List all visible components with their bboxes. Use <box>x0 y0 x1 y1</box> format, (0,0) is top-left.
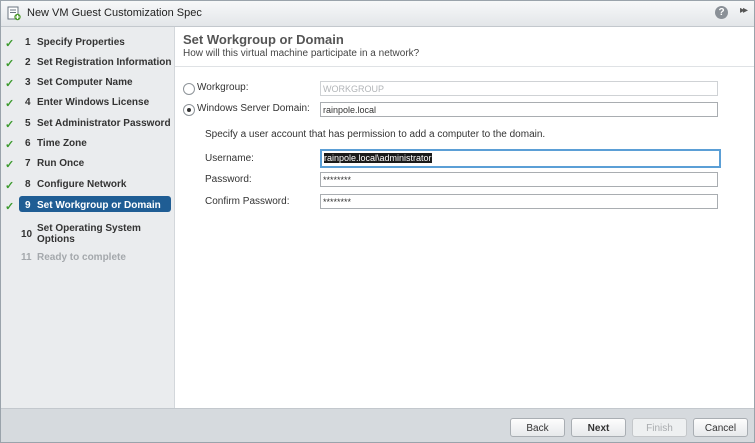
check-icon: ✓ <box>5 119 15 131</box>
wizard-footer: Back Next Finish Cancel <box>1 408 754 442</box>
step-label: Specify Properties <box>37 37 125 48</box>
step-number: 7 <box>25 158 31 169</box>
check-icon: ✓ <box>5 58 15 70</box>
username-input[interactable]: rainpole.local\administrator <box>320 149 721 168</box>
wizard-window: New VM Guest Customization Spec ? ▸▸ ✓ 1… <box>0 0 755 443</box>
check-icon: ✓ <box>5 201 15 213</box>
step-label: Set Operating System Options <box>37 223 141 245</box>
step-number: 11 <box>21 252 32 263</box>
domain-input[interactable]: rainpole.local <box>320 102 718 117</box>
username-label: Username: <box>205 153 254 164</box>
step-number: 4 <box>25 97 31 108</box>
workgroup-label: Workgroup: <box>197 82 249 93</box>
check-icon: ✓ <box>5 38 15 50</box>
wizard-content: Set Workgroup or Domain How will this vi… <box>175 27 754 408</box>
domain-label: Windows Server Domain: <box>197 103 310 114</box>
domain-radio[interactable] <box>183 104 195 116</box>
page-title: Set Workgroup or Domain <box>183 32 344 47</box>
check-icon: ✓ <box>5 180 15 192</box>
finish-button[interactable]: Finish <box>632 418 687 437</box>
check-icon: ✓ <box>5 78 15 90</box>
step-number: 6 <box>25 138 31 149</box>
check-icon: ✓ <box>5 139 15 151</box>
step-label: Ready to complete <box>37 252 126 263</box>
step-label: Set Administrator Password <box>37 118 171 129</box>
expand-icon[interactable]: ▸▸ <box>740 5 748 16</box>
step-label: Set Registration Information <box>37 57 172 68</box>
confirm-password-label: Confirm Password: <box>205 196 290 207</box>
radio-selected-dot <box>187 108 191 112</box>
wizard-steps-nav: ✓ 1 Specify Properties ✓ 2 Set Registrat… <box>1 27 175 408</box>
account-instruction: Specify a user account that has permissi… <box>205 129 546 140</box>
step-number: 5 <box>25 118 31 129</box>
new-spec-icon <box>7 6 21 21</box>
step-label: Set Computer Name <box>37 77 133 88</box>
workgroup-input[interactable]: WORKGROUP <box>320 81 718 96</box>
step-label: Set Workgroup or Domain <box>37 200 161 211</box>
step-number: 8 <box>25 179 31 190</box>
next-button[interactable]: Next <box>571 418 626 437</box>
back-button[interactable]: Back <box>510 418 565 437</box>
step-label: Run Once <box>37 158 85 169</box>
step-number: 2 <box>25 57 31 68</box>
workgroup-radio[interactable] <box>183 83 195 95</box>
step-label: Enter Windows License <box>37 97 150 108</box>
step-number: 10 <box>21 229 33 240</box>
step-number: 9 <box>25 200 31 211</box>
check-icon: ✓ <box>5 159 15 171</box>
password-input[interactable]: ******** <box>320 172 718 187</box>
step-number: 3 <box>25 77 31 88</box>
password-label: Password: <box>205 174 252 185</box>
page-subtitle: How will this virtual machine participat… <box>183 48 420 59</box>
header-divider <box>175 66 754 67</box>
window-title: New VM Guest Customization Spec <box>27 7 202 19</box>
confirm-password-input[interactable]: ******** <box>320 194 718 209</box>
check-icon: ✓ <box>5 98 15 110</box>
title-bar: New VM Guest Customization Spec ? ▸▸ <box>1 1 754 27</box>
username-selected-text: rainpole.local\administrator <box>324 153 432 163</box>
step-label: Configure Network <box>37 179 127 190</box>
cancel-button[interactable]: Cancel <box>693 418 748 437</box>
help-icon[interactable]: ? <box>715 6 728 19</box>
step-label: Time Zone <box>37 138 87 149</box>
step-number: 1 <box>25 37 31 48</box>
